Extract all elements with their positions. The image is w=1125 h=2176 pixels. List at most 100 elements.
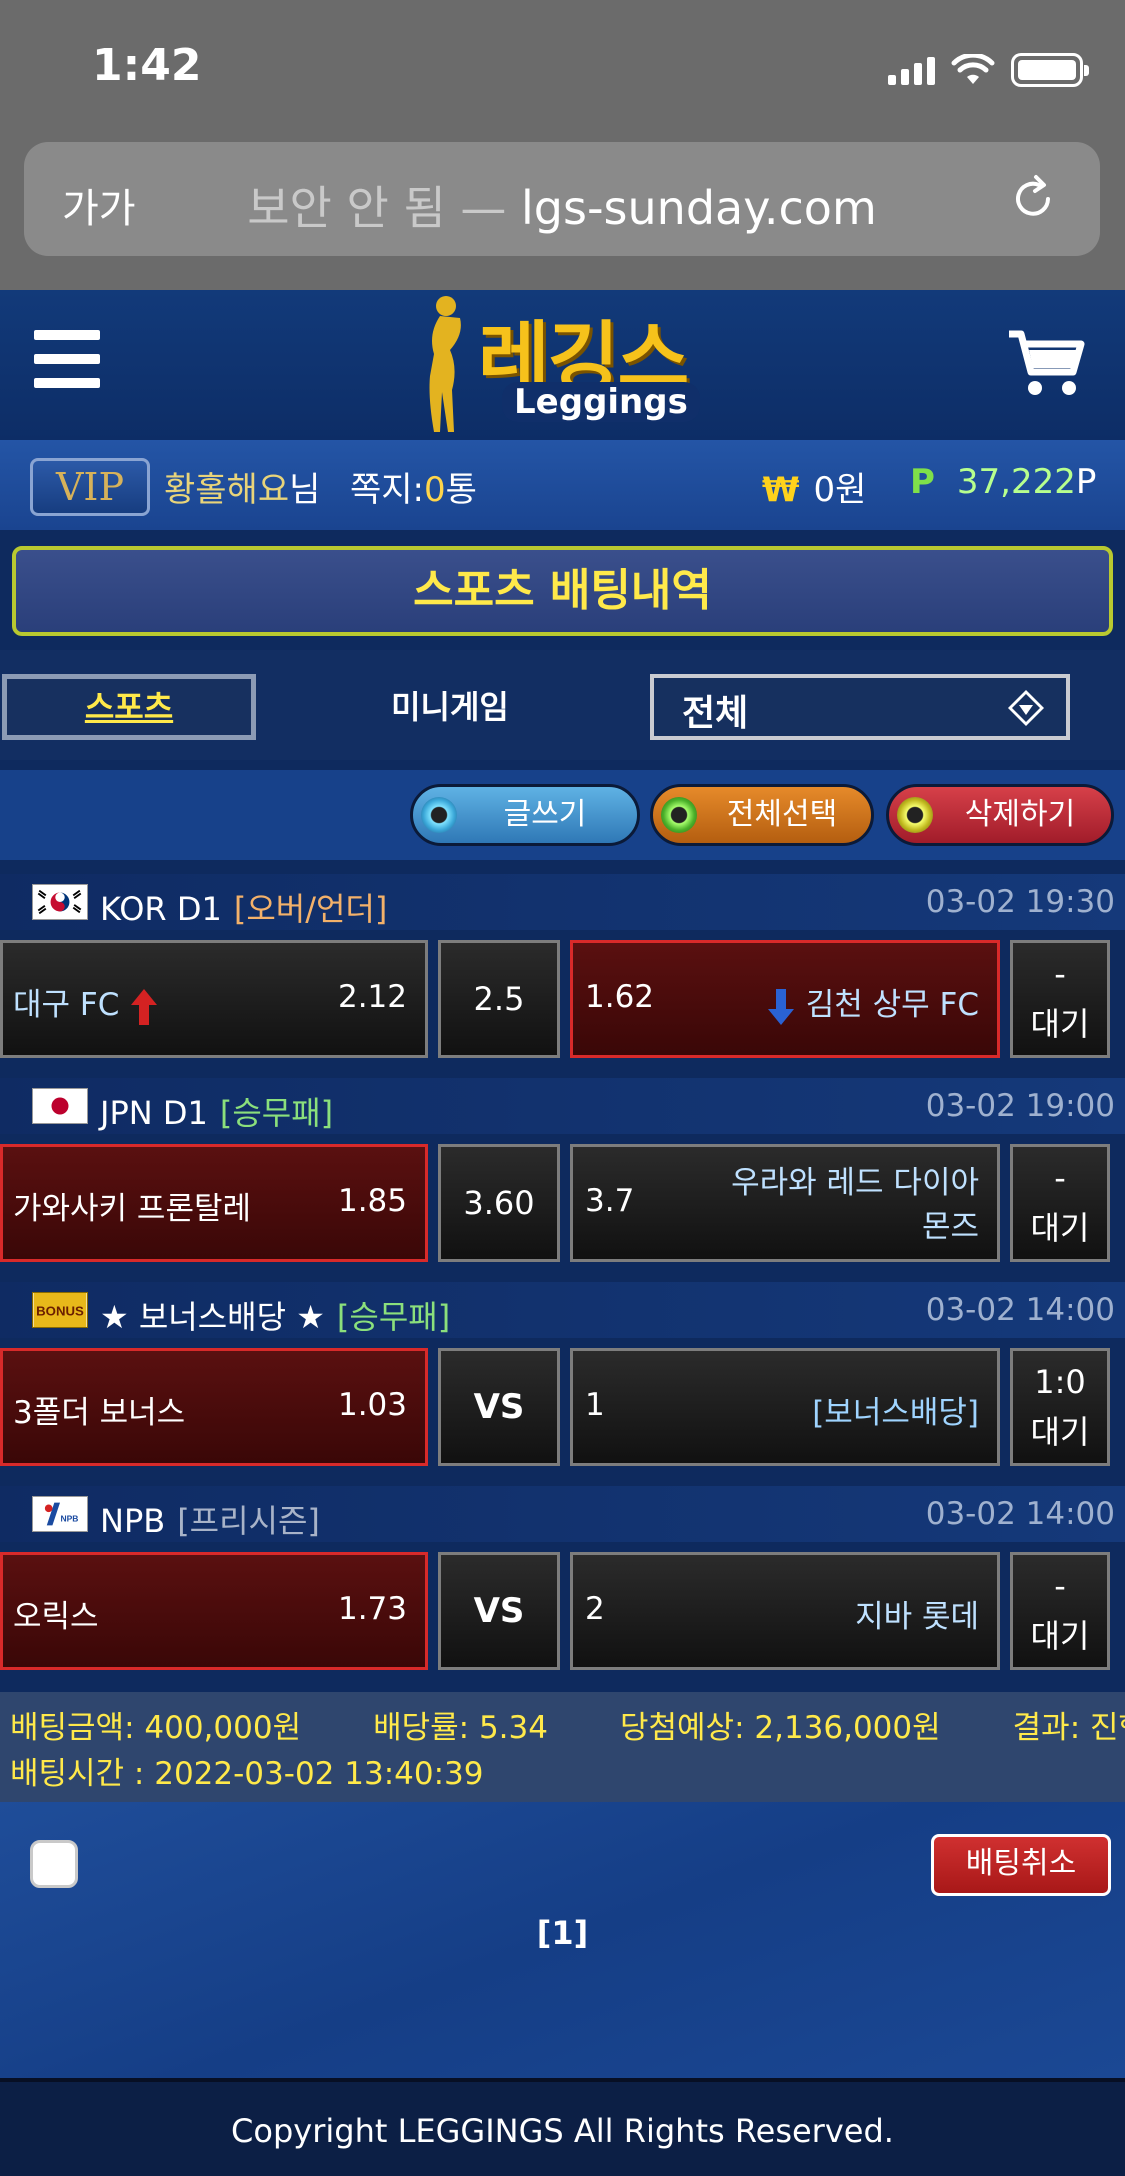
balance-won: ₩0원 bbox=[762, 462, 866, 511]
away-team: 김천 상무 FC bbox=[766, 979, 979, 1027]
select-all-button[interactable]: 전체선택 bbox=[650, 784, 874, 846]
total-odds: 배당률: 5.34 bbox=[373, 1710, 548, 1746]
domain-label: lgs-sunday.com bbox=[521, 181, 877, 235]
bet-kind: [승무패] bbox=[219, 1094, 334, 1132]
point-value: 37,222 bbox=[956, 462, 1076, 502]
away-odds-cell[interactable]: 2 지바 롯데 bbox=[570, 1552, 1000, 1670]
away-odds-cell[interactable]: 1 [보너스배당] bbox=[570, 1348, 1000, 1466]
home-odds-cell[interactable]: 3폴더 보너스 1.03 bbox=[0, 1348, 428, 1466]
status-text: 대기 bbox=[1030, 1617, 1090, 1655]
match-status: - 대기 bbox=[1010, 1552, 1110, 1670]
away-odds: 2 bbox=[585, 1591, 605, 1627]
logo-english: Leggings bbox=[502, 382, 700, 422]
select-all-label: 전체선택 bbox=[726, 797, 838, 832]
away-odds: 3.7 bbox=[585, 1183, 635, 1219]
match-status: - 대기 bbox=[1010, 940, 1110, 1058]
home-team: 3폴더 보너스 bbox=[13, 1395, 186, 1431]
home-odds: 1.03 bbox=[337, 1387, 407, 1423]
write-button[interactable]: 글쓰기 bbox=[410, 784, 640, 846]
username-text: 황홀해요 bbox=[164, 470, 290, 510]
league-name: ★ 보너스배당 ★ [승무패] bbox=[100, 1298, 451, 1336]
home-odds: 1.85 bbox=[337, 1183, 407, 1219]
expected-win: 당첨예상: 2,136,000원 bbox=[619, 1710, 941, 1746]
match-status: 1:0 대기 bbox=[1010, 1348, 1110, 1466]
pagination[interactable]: [1] bbox=[0, 1914, 1125, 1952]
bet-match-list: KOR D1 [오버/언더] 03-02 19:30 대구 FC 2.12 2.5… bbox=[0, 860, 1125, 1676]
tab-minigame[interactable]: 미니게임 bbox=[340, 682, 560, 728]
messages-unit: 통 bbox=[445, 470, 477, 510]
match-header: NPB NPB [프리시즌] 03-02 14:00 bbox=[0, 1486, 1125, 1542]
title-section: 스포츠 배팅내역 bbox=[0, 530, 1125, 650]
select-checkbox[interactable] bbox=[30, 1840, 78, 1888]
site-logo[interactable]: 레깅스 Leggings bbox=[420, 290, 720, 440]
point-unit: P bbox=[1075, 462, 1097, 502]
menu-icon[interactable] bbox=[34, 330, 100, 390]
bet-amount: 배팅금액: 400,000원 bbox=[10, 1710, 302, 1746]
balance-point: P 37,222P bbox=[910, 462, 1096, 502]
arrow-up-icon bbox=[131, 988, 158, 1025]
status-text: 대기 bbox=[1030, 1005, 1090, 1043]
home-team: 대구 FC bbox=[13, 979, 159, 1027]
home-odds-cell[interactable]: 가와사키 프론탈레 1.85 bbox=[0, 1144, 428, 1262]
arrow-down-icon bbox=[767, 988, 794, 1025]
cart-icon[interactable] bbox=[1007, 326, 1087, 402]
address-bar[interactable]: 가가 보안 안 됨 — lgs-sunday.com bbox=[24, 142, 1100, 256]
away-odds: 1 bbox=[585, 1387, 605, 1423]
messages-link[interactable]: 쪽지:0통 bbox=[350, 462, 477, 511]
summary-line: 배팅금액: 400,000원 배당률: 5.34 당첨예상: 2,136,000원 결… bbox=[10, 1702, 1125, 1747]
status-score: 1:0 bbox=[1034, 1363, 1086, 1401]
button-dot-icon bbox=[421, 797, 457, 833]
korea-flag-icon bbox=[32, 884, 88, 920]
vs-cell: VS bbox=[438, 1552, 560, 1670]
cancel-bet-button[interactable]: 배팅취소 bbox=[931, 1834, 1111, 1896]
button-dot-icon bbox=[897, 797, 933, 833]
match-header: BONUS ★ 보너스배당 ★ [승무패] 03-02 14:00 bbox=[0, 1282, 1125, 1338]
away-odds: 1.62 bbox=[585, 979, 655, 1015]
status-text: 대기 bbox=[1030, 1413, 1090, 1451]
away-odds-cell[interactable]: 3.7 우라와 레드 다이아 몬즈 bbox=[570, 1144, 1000, 1262]
vs-cell: VS bbox=[438, 1348, 560, 1466]
site-header: 레깅스 Leggings bbox=[0, 290, 1125, 440]
filter-select[interactable]: 전체 bbox=[650, 674, 1070, 740]
match-time: 03-02 14:00 bbox=[925, 1292, 1115, 1328]
bet-kind: [승무패] bbox=[336, 1298, 451, 1336]
match-row: JPN D1 [승무패] 03-02 19:00 가와사키 프론탈레 1.85 3… bbox=[0, 1064, 1125, 1268]
home-odds-cell[interactable]: 오릭스 1.73 bbox=[0, 1552, 428, 1670]
status-time: 1:42 bbox=[92, 40, 202, 91]
address-text[interactable]: 보안 안 됨 — lgs-sunday.com bbox=[24, 172, 1100, 238]
point-icon: P bbox=[910, 462, 935, 502]
home-team: 가와사키 프론탈레 bbox=[13, 1191, 252, 1227]
bet-result: 결과: 진행중 bbox=[1012, 1710, 1125, 1746]
home-odds-cell[interactable]: 대구 FC 2.12 bbox=[0, 940, 428, 1058]
filter-value: 전체 bbox=[682, 693, 749, 734]
reload-icon[interactable] bbox=[1006, 172, 1060, 226]
footer-copyright: Copyright LEGGINGS All Rights Reserved. bbox=[0, 2078, 1125, 2176]
match-time: 03-02 14:00 bbox=[925, 1496, 1115, 1532]
match-row: KOR D1 [오버/언더] 03-02 19:30 대구 FC 2.12 2.5… bbox=[0, 860, 1125, 1064]
draw-odds-cell[interactable]: 3.60 bbox=[438, 1144, 560, 1262]
bottom-controls: 배팅취소 [1] bbox=[0, 1802, 1125, 2078]
status-score: - bbox=[1054, 955, 1066, 993]
away-team: [보너스배당] bbox=[812, 1395, 979, 1431]
match-header: JPN D1 [승무패] 03-02 19:00 bbox=[0, 1078, 1125, 1134]
npb-logo-icon: NPB bbox=[32, 1496, 88, 1532]
messages-count: 0 bbox=[424, 470, 446, 510]
svg-text:NPB: NPB bbox=[60, 1514, 78, 1524]
button-dot-icon bbox=[661, 797, 697, 833]
match-row: BONUS ★ 보너스배당 ★ [승무패] 03-02 14:00 3폴더 보너스… bbox=[0, 1268, 1125, 1472]
write-label: 글쓰기 bbox=[503, 797, 587, 832]
tab-sports[interactable]: 스포츠 bbox=[2, 674, 256, 740]
home-odds: 2.12 bbox=[337, 979, 407, 1015]
away-team: 지바 롯데 bbox=[855, 1599, 979, 1635]
match-time: 03-02 19:30 bbox=[925, 884, 1115, 920]
bet-summary: 배팅금액: 400,000원 배당률: 5.34 당첨예상: 2,136,000원 결… bbox=[0, 1692, 1125, 1802]
username[interactable]: 황홀해요님 bbox=[164, 462, 320, 511]
svg-text:BONUS: BONUS bbox=[36, 1304, 84, 1319]
home-odds: 1.73 bbox=[337, 1591, 407, 1627]
away-odds-cell[interactable]: 1.62 김천 상무 FC bbox=[570, 940, 1000, 1058]
status-score: - bbox=[1054, 1159, 1066, 1197]
line-cell: 2.5 bbox=[438, 940, 560, 1058]
battery-icon bbox=[1011, 53, 1089, 87]
delete-button[interactable]: 삭제하기 bbox=[886, 784, 1114, 846]
action-bar: 글쓰기 전체선택 삭제하기 bbox=[0, 770, 1125, 860]
